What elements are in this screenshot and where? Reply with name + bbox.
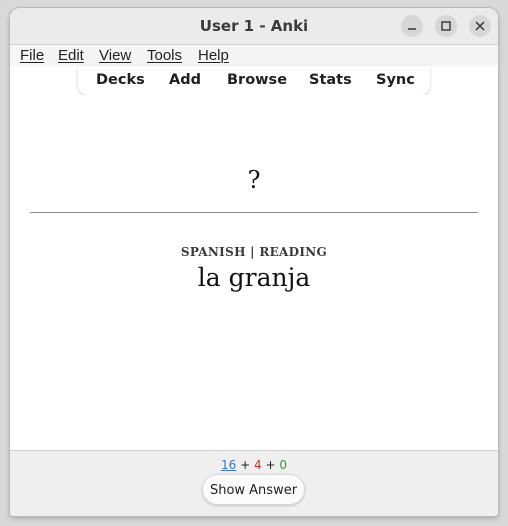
maximize-button[interactable] xyxy=(435,15,457,37)
title-bar[interactable]: User 1 - Anki xyxy=(10,8,498,45)
anki-window: User 1 - Anki File Edit View Tools Help … xyxy=(10,8,498,516)
toolbar-browse-link[interactable]: Browse xyxy=(227,72,287,88)
new-count[interactable]: 16 xyxy=(221,458,236,472)
close-icon xyxy=(475,21,485,31)
minimize-icon xyxy=(408,28,416,30)
menu-tools[interactable]: Tools xyxy=(147,47,182,64)
minimize-button[interactable] xyxy=(401,15,423,37)
toolbar-decks-link[interactable]: Decks xyxy=(96,72,145,88)
card-answer: la granja xyxy=(197,263,311,292)
menu-help[interactable]: Help xyxy=(198,47,229,64)
menu-view[interactable]: View xyxy=(99,47,131,64)
main-toolbar: Decks Add Browse Stats Sync xyxy=(78,66,430,95)
toolbar-sync-link[interactable]: Sync xyxy=(376,72,415,88)
close-button[interactable] xyxy=(469,15,491,37)
review-bottom-bar: 16 + 4 + 0 Show Answer xyxy=(10,450,498,516)
menu-file[interactable]: File xyxy=(20,47,44,64)
card-question: ? xyxy=(247,166,261,194)
due-counts: 16 + 4 + 0 xyxy=(10,458,498,472)
answer-divider xyxy=(30,212,478,213)
maximize-icon xyxy=(441,21,451,31)
card-view: ? SPANISH | READING la granja xyxy=(10,95,498,450)
count-separator: + xyxy=(236,458,254,472)
menu-bar: File Edit View Tools Help xyxy=(10,45,498,66)
toolbar-stats-link[interactable]: Stats xyxy=(309,72,352,88)
window-title: User 1 - Anki xyxy=(199,17,309,35)
show-answer-button[interactable]: Show Answer xyxy=(202,474,305,505)
count-separator: + xyxy=(261,458,280,472)
menu-edit[interactable]: Edit xyxy=(58,47,84,64)
review-count: 0 xyxy=(279,458,287,472)
learning-count: 4 xyxy=(254,458,262,472)
toolbar-add-link[interactable]: Add xyxy=(169,72,201,88)
card-deck-label: SPANISH | READING xyxy=(180,245,328,259)
